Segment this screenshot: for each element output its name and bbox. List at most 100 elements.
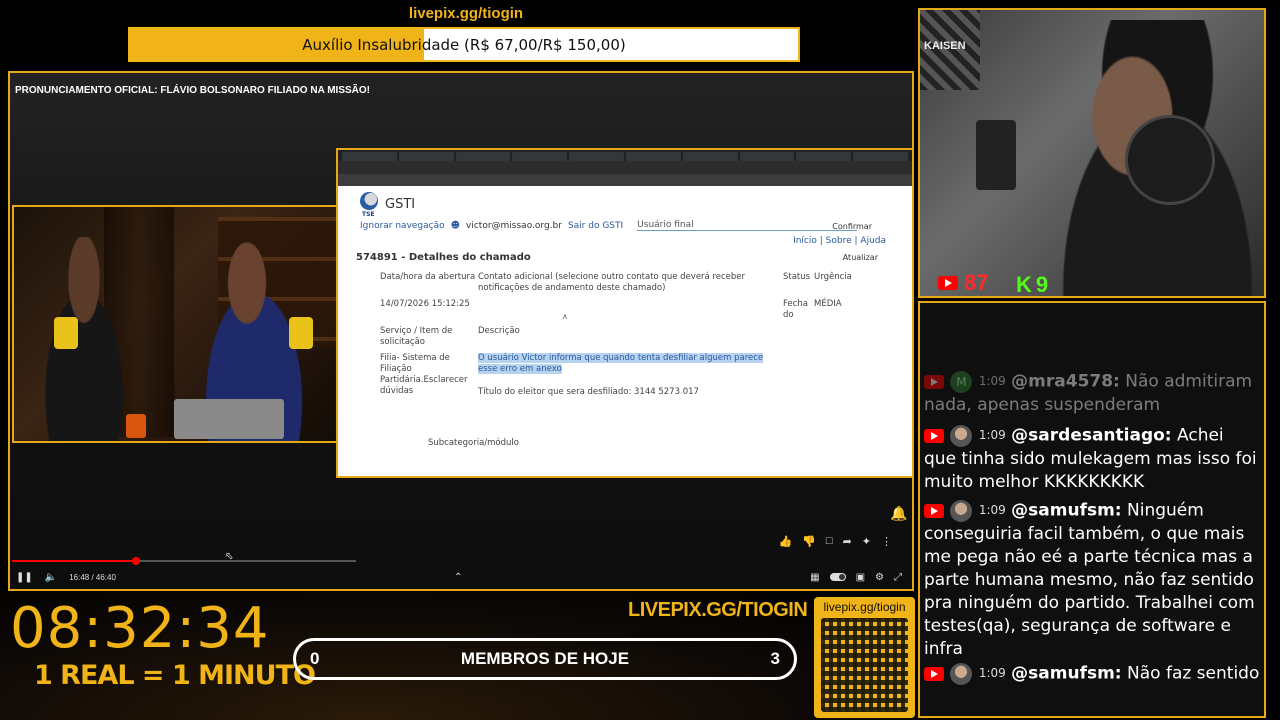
subcategory-label: Subcategoria/módulo — [428, 438, 519, 448]
service-value: Filia- Sistema de Filiação Partidária.Es… — [380, 353, 468, 396]
kick-viewers: K 9 — [1016, 272, 1049, 297]
chat-message: M 1:09 @mra4578: Não admitiram nada, ape… — [924, 370, 1260, 417]
menu-sobre[interactable]: Sobre — [826, 236, 852, 246]
chevron-up-icon[interactable]: ⌃ — [454, 572, 462, 583]
gsti-document: TSE GSTI Ignorar navegação ☻ victor@miss… — [338, 186, 912, 476]
video-scrubber[interactable] — [131, 557, 140, 565]
closed-label: Fecha do — [783, 299, 808, 320]
chat-message: 1:09 @sardesantiago: Achei que tinha sid… — [924, 424, 1260, 494]
microphone-icon — [289, 317, 313, 349]
video-progress-bar[interactable] — [12, 557, 356, 565]
host-left — [24, 237, 144, 441]
subtitles-icon[interactable]: ▣ — [856, 572, 865, 583]
avatar — [950, 662, 973, 685]
video-title: PRONUNCIAMENTO OFICIAL: FLÁVIO BOLSONARO… — [15, 85, 370, 96]
qr-code — [821, 618, 908, 712]
microphone-icon — [54, 317, 78, 349]
chat-text: Não faz sentido — [1127, 663, 1260, 684]
members-label: MEMBROS DE HOJE — [460, 649, 630, 668]
opened-label: Data/hora da abertura — [380, 272, 476, 282]
like-icon[interactable]: 👍 — [779, 535, 793, 548]
video-progress-fill — [12, 560, 136, 562]
livepix-link-top[interactable]: livepix.gg/tiogin — [408, 5, 524, 22]
donation-goal-bar: Auxílio Insalubridade (R$ 67,00/R$ 150,0… — [128, 27, 800, 62]
sparkle-icon[interactable]: ✦ — [862, 535, 871, 548]
youtube-icon — [924, 666, 944, 681]
status-value: Urgência — [814, 272, 852, 282]
chat-user: @mra4578: — [1011, 371, 1120, 392]
livepix-link-bottom: LIVEPIX.GG/TIOGIN — [628, 599, 808, 621]
ticket-title: 574891 - Detalhes do chamado — [356, 252, 531, 263]
chat-time: 1:09 — [978, 503, 1006, 517]
youtube-viewers: 87 — [938, 270, 988, 296]
browser-tabs — [338, 150, 912, 161]
user-icon: ☻ — [450, 220, 461, 231]
mug — [126, 414, 146, 438]
desc-label: Descrição — [478, 326, 520, 336]
refresh-button[interactable]: Atualizar — [843, 253, 878, 262]
qr-label: livepix.gg/tiogin — [823, 600, 906, 614]
comment-icon[interactable]: □ — [826, 535, 833, 548]
user-type-field[interactable]: Usuário final — [637, 220, 858, 231]
chat-panel: M 1:09 @mra4578: Não admitiram nada, ape… — [918, 301, 1266, 718]
avatar — [950, 499, 973, 522]
menu-inicio[interactable]: Início — [793, 236, 817, 246]
user-email: victor@missao.org.br — [466, 220, 562, 231]
description-text: O usuário Victor informa que quando tent… — [478, 353, 764, 374]
laptop — [174, 399, 284, 439]
logout-link[interactable]: Sair do GSTI — [568, 221, 623, 231]
video-player[interactable]: PRONUNCIAMENTO OFICIAL: FLÁVIO BOLSONARO… — [8, 71, 914, 591]
volume-icon[interactable]: 🔈 — [45, 572, 57, 583]
youtube-icon — [938, 276, 958, 290]
player-controls: ❚❚ 🔈 16:48 / 46:40 ⌃ ▦ ▣ ⚙ ⤢ — [10, 567, 912, 587]
kick-count: 9 — [1035, 272, 1049, 297]
dislike-icon[interactable]: 👎 — [802, 535, 816, 548]
autoplay-toggle[interactable] — [829, 572, 846, 581]
pause-icon[interactable]: ❚❚ — [16, 572, 33, 583]
streamer-webcam: KAISEN 87 K 9 — [918, 8, 1266, 298]
tse-label: TSE — [362, 211, 375, 218]
share-icon[interactable]: ➦ — [843, 535, 852, 548]
status-label: Status — [783, 272, 811, 282]
settings-icon[interactable]: ⚙ — [875, 572, 884, 583]
text-cursor-icon: ∧ — [562, 312, 568, 321]
video-actions: 👍 👎 □ ➦ ✦ ⋮ — [779, 535, 893, 548]
avatar — [950, 424, 973, 447]
chat-user: @samufsm: — [1011, 500, 1122, 521]
time-display: 16:48 / 46:40 — [69, 572, 116, 582]
youtube-count: 87 — [964, 270, 989, 295]
poster-text: KAISEN — [924, 40, 966, 52]
chat-text: Ninguém conseguiria facil também, o que … — [924, 500, 1255, 659]
menu-ajuda[interactable]: Ajuda — [860, 236, 886, 246]
chat-time: 1:09 — [978, 666, 1006, 680]
opened-value: 14/07/2026 15:12:25 — [380, 299, 470, 309]
subathon-timer: 08:32:34 — [10, 596, 270, 661]
qr-panel: livepix.gg/tiogin — [814, 597, 915, 718]
goal-text: Auxílio Insalubridade (R$ 67,00/R$ 150,0… — [302, 35, 626, 54]
tse-logo-icon — [360, 192, 378, 210]
chat-user: @samufsm: — [1011, 663, 1122, 684]
youtube-icon — [924, 503, 944, 518]
bell-icon[interactable]: 🔔 — [890, 505, 907, 523]
gsti-menu: Início | Sobre | Ajuda — [793, 236, 886, 246]
chat-message: 1:09 @samufsm: Não faz sentido — [924, 662, 1260, 686]
headset — [1125, 115, 1215, 205]
confirm-button[interactable]: Confirmar — [832, 222, 872, 231]
ignore-nav-link[interactable]: Ignorar navegação — [360, 221, 445, 231]
priority-value: MÉDIA — [814, 299, 842, 309]
chat-user: @sardesantiago: — [1011, 425, 1172, 446]
address-bar — [338, 161, 912, 174]
members-today-bar: 0 MEMBROS DE HOJE 3 — [293, 638, 797, 680]
quality-icon[interactable]: ▦ — [810, 572, 819, 583]
kick-icon: K — [1016, 272, 1032, 297]
more-icon[interactable]: ⋮ — [881, 535, 892, 548]
contact-label: Contato adicional (selecione outro conta… — [478, 272, 746, 293]
youtube-icon — [924, 428, 944, 443]
browser-capture: TSE GSTI Ignorar navegação ☻ victor@miss… — [336, 148, 912, 478]
voter-id-text: Título do eleitor que sera desfiliado: 3… — [478, 387, 699, 397]
gsti-nav-line: Ignorar navegação ☻ victor@missao.org.br… — [360, 220, 858, 231]
podcast-camera-inset — [12, 205, 350, 443]
coffee-machine — [976, 120, 1016, 190]
fullscreen-icon[interactable]: ⤢ — [894, 572, 902, 583]
service-label: Serviço / Item de solicitação — [380, 326, 453, 347]
